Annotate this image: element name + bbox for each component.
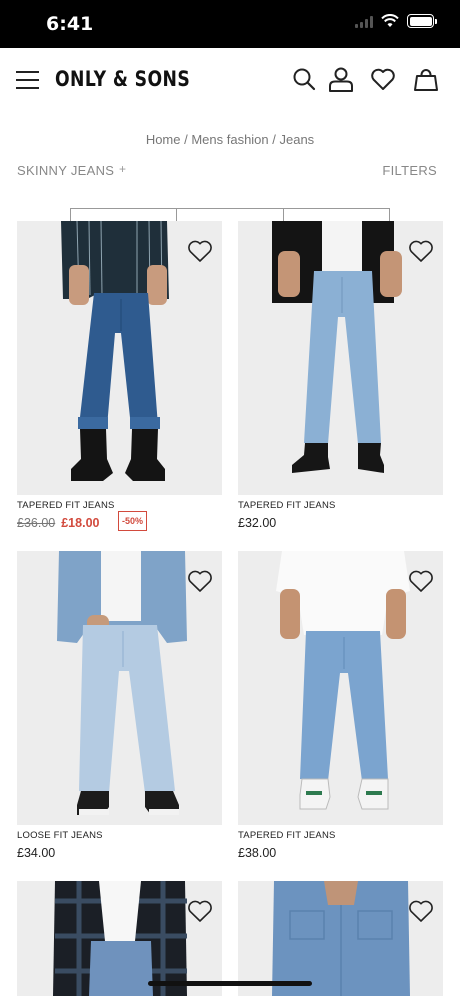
header: ONLY & SONS [0, 48, 460, 112]
breadcrumb[interactable]: Home / Mens fashion / Jeans [0, 132, 460, 147]
bag-icon[interactable] [413, 66, 439, 92]
category-expand-icon[interactable]: + [119, 162, 126, 176]
subcategory-tab[interactable] [177, 209, 284, 221]
original-price: £36.00 [17, 516, 56, 530]
product-card[interactable] [238, 881, 443, 996]
brand-logo[interactable]: ONLY & SONS [55, 67, 190, 91]
product-image[interactable] [238, 221, 443, 495]
product-card[interactable]: LOOSE FIT JEANS £34.00 [17, 551, 222, 860]
breadcrumb-text[interactable]: Home / Mens fashion / Jeans [146, 132, 314, 147]
wishlist-heart-icon[interactable] [187, 899, 213, 923]
product-image[interactable] [238, 551, 443, 825]
product-price: £34.00 [17, 846, 56, 860]
subcategory-tab[interactable] [284, 209, 389, 221]
product-price: £38.00 [238, 846, 277, 860]
product-image[interactable] [238, 881, 443, 996]
product-price: £32.00 [238, 516, 277, 530]
discount-badge: -50% [118, 511, 148, 531]
sale-price: £18.00 [61, 516, 100, 530]
product-price: £36.00 £18.00 [17, 516, 99, 530]
product-image[interactable] [17, 551, 222, 825]
wishlist-heart-icon[interactable] [408, 239, 434, 263]
product-name[interactable]: LOOSE FIT JEANS [17, 830, 103, 841]
wishlist-heart-icon[interactable] [187, 569, 213, 593]
category-title[interactable]: SKINNY JEANS [17, 163, 114, 178]
product-image[interactable] [17, 881, 222, 996]
account-icon[interactable] [328, 66, 354, 92]
hamburger-menu-icon[interactable] [16, 71, 40, 89]
subcategory-tab[interactable] [71, 209, 178, 221]
product-image[interactable] [17, 221, 222, 495]
home-indicator[interactable] [148, 981, 312, 986]
product-name[interactable]: TAPERED FIT JEANS [238, 500, 336, 511]
status-bar: 6:41 [0, 0, 460, 48]
product-card[interactable] [17, 881, 222, 996]
product-name[interactable]: TAPERED FIT JEANS [238, 830, 336, 841]
filters-button[interactable]: FILTERS [382, 163, 437, 178]
product-name[interactable]: TAPERED FIT JEANS [17, 500, 115, 511]
battery-icon [407, 14, 437, 28]
wishlist-heart-icon[interactable] [408, 569, 434, 593]
search-icon[interactable] [291, 66, 317, 92]
wishlist-heart-icon[interactable] [187, 239, 213, 263]
product-card[interactable]: TAPERED FIT JEANS £36.00 £18.00 -50% [17, 221, 222, 531]
wishlist-heart-icon[interactable] [408, 899, 434, 923]
product-card[interactable]: TAPERED FIT JEANS £38.00 [238, 551, 443, 860]
heart-icon[interactable] [370, 66, 396, 92]
cellular-signal-icon [355, 14, 373, 28]
category-bar: SKINNY JEANS + FILTERS [17, 162, 437, 181]
status-time: 6:41 [46, 13, 94, 35]
product-card[interactable]: TAPERED FIT JEANS £32.00 [238, 221, 443, 530]
wifi-icon [381, 14, 399, 27]
subcategory-tabs [70, 208, 390, 221]
